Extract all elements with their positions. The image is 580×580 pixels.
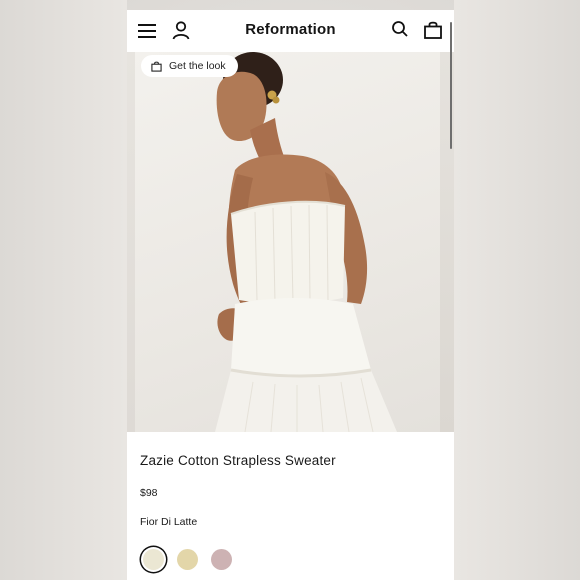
color-swatch-fior-di-latte[interactable] — [143, 549, 164, 570]
product-photo[interactable] — [135, 52, 440, 432]
shopping-bag-icon — [151, 61, 162, 72]
product-title: Zazie Cotton Strapless Sweater — [140, 453, 336, 468]
color-swatch-3[interactable] — [211, 549, 232, 570]
background-right — [454, 0, 580, 580]
previous-image-peek[interactable] — [127, 52, 135, 432]
phone-screen: Reformation Get the look Zazie Cotton St… — [127, 10, 454, 580]
product-price: $98 — [140, 487, 158, 499]
product-image-gallery[interactable]: Get the look — [127, 52, 454, 432]
top-nav-bar: Reformation — [127, 10, 454, 52]
get-the-look-button[interactable]: Get the look — [141, 55, 238, 77]
search-icon[interactable] — [391, 20, 413, 42]
scroll-indicator[interactable] — [450, 22, 452, 149]
color-swatch-2[interactable] — [177, 549, 198, 570]
model-photo-illustration — [215, 52, 397, 432]
background-left — [0, 0, 127, 580]
bag-icon[interactable] — [423, 20, 445, 42]
product-info: Zazie Cotton Strapless Sweater $98 Fior … — [127, 432, 454, 580]
get-the-look-label: Get the look — [169, 60, 226, 72]
selected-color-name: Fior Di Latte — [140, 516, 198, 528]
